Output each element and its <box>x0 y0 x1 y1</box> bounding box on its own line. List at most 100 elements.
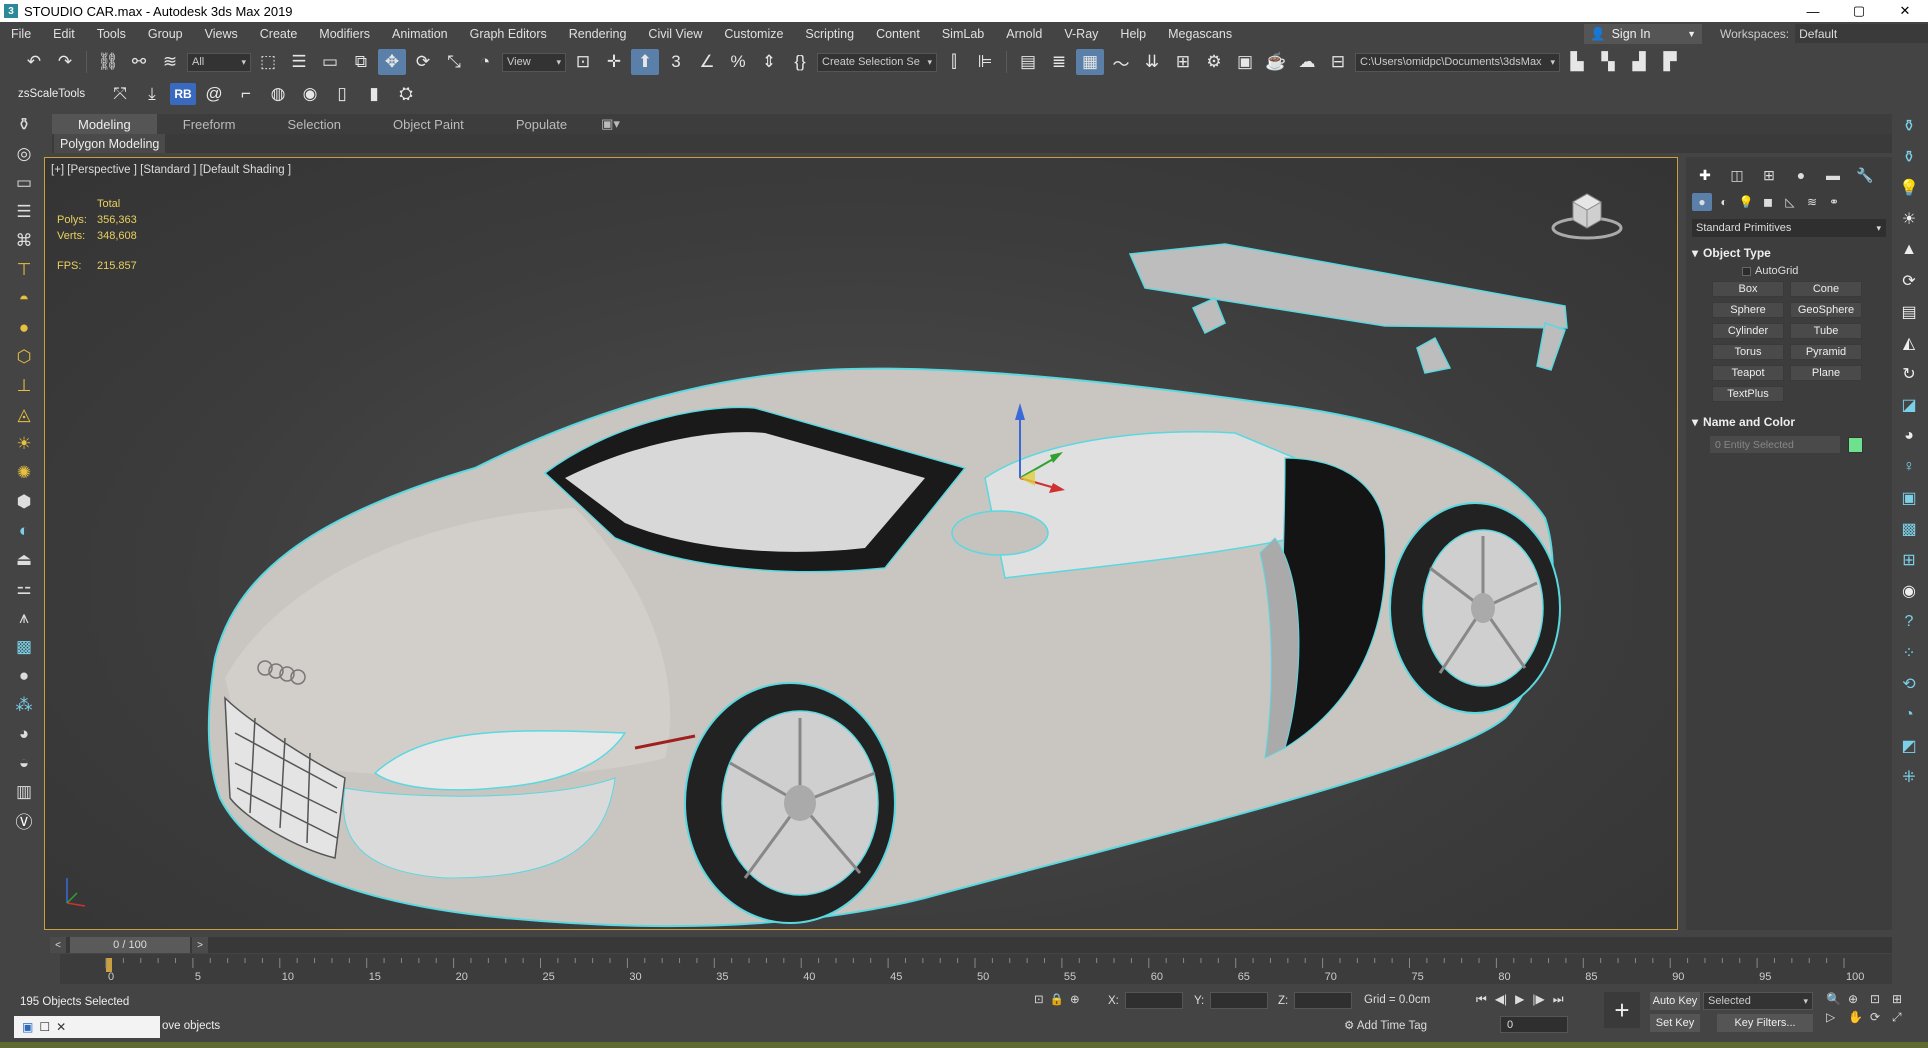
material-balls-icon[interactable]: ⁂ <box>8 690 40 719</box>
menu-modifiers[interactable]: Modifiers <box>308 27 381 41</box>
bulb-outline-icon[interactable]: ♀ <box>1896 451 1922 482</box>
selection-filter-dropdown[interactable]: All <box>187 52 251 72</box>
track-bar[interactable]: 0 5 10 15 20 25 30 35 40 45 50 55 60 65 70 75 80 85 90 95 10… <box>60 954 1892 984</box>
menu-views[interactable]: Views <box>194 27 249 41</box>
proxy-icon[interactable]: ⬢ <box>8 487 40 516</box>
spiral-tool-icon[interactable]: @ <box>200 81 228 107</box>
cameras-icon[interactable]: ◼ <box>1758 193 1778 211</box>
x-field[interactable] <box>1124 992 1183 1009</box>
menu-edit[interactable]: Edit <box>42 27 86 41</box>
rendered-frame-window-icon[interactable]: ▣ <box>1231 49 1259 75</box>
ribbon-toggle-icon[interactable]: ▦ <box>1076 49 1104 75</box>
y-field[interactable] <box>1210 992 1269 1009</box>
sun-icon[interactable]: ☀ <box>1896 203 1922 234</box>
fur-icon[interactable]: ⩚ <box>8 603 40 632</box>
sync-icon[interactable]: ↻ <box>1896 358 1922 389</box>
create-tab-icon[interactable]: ✚ <box>1692 165 1718 185</box>
ambient-light-icon[interactable]: ✺ <box>8 458 40 487</box>
isolate-icon[interactable]: ⊡ <box>1034 992 1044 1006</box>
menu-content[interactable]: Content <box>865 27 931 41</box>
tube-button[interactable]: Tube <box>1790 323 1862 339</box>
clipper-icon[interactable]: ⏏ <box>8 545 40 574</box>
sphere-button[interactable]: Sphere <box>1712 302 1784 318</box>
light-icon[interactable]: ⊤ <box>8 255 40 284</box>
geometry-icon[interactable]: ● <box>1692 193 1712 211</box>
menu-vray[interactable]: V-Ray <box>1053 27 1109 41</box>
ribbon-options-icon[interactable]: ▣▾ <box>593 114 628 134</box>
motion-tab-icon[interactable]: ● <box>1788 165 1814 185</box>
schematic-view-icon[interactable]: ⇊ <box>1138 49 1166 75</box>
list-icon[interactable]: ☰ <box>8 197 40 226</box>
menu-megascans[interactable]: Megascans <box>1157 27 1243 41</box>
menu-scripting[interactable]: Scripting <box>794 27 865 41</box>
key-mode-dropdown[interactable]: Selected <box>1703 992 1813 1010</box>
textplus-button[interactable]: TextPlus <box>1712 386 1784 402</box>
menu-group[interactable]: Group <box>137 27 194 41</box>
tab-selection[interactable]: Selection <box>262 114 367 134</box>
key-filters-button[interactable]: Key Filters... <box>1717 1014 1813 1032</box>
placement-icon[interactable]: ◔ <box>471 49 499 75</box>
dome-light-icon[interactable]: ◓ <box>8 284 40 313</box>
car-model[interactable] <box>45 158 1677 929</box>
auto-key-button[interactable]: Auto Key <box>1650 992 1700 1010</box>
go-to-start-icon[interactable]: ⏮ <box>1476 992 1487 1007</box>
lens-effects-icon[interactable]: ▩ <box>1896 513 1922 544</box>
frame-buffer-icon[interactable]: ▣ <box>1896 482 1922 513</box>
menu-tools[interactable]: Tools <box>86 27 137 41</box>
go-to-end-icon[interactable]: ⏭ <box>1553 992 1564 1007</box>
maxscript-listener[interactable]: ▣ ☐ ✕ <box>14 1016 160 1038</box>
next-frame-button[interactable]: > <box>192 937 208 953</box>
scene-explorer-icon[interactable]: ▤ <box>1014 49 1042 75</box>
listener-icon[interactable]: ▣ <box>22 1020 33 1034</box>
object-name-field[interactable]: 0 Entity Selected <box>1710 436 1840 453</box>
modify-tab-icon[interactable]: ◫ <box>1724 165 1750 185</box>
menu-animation[interactable]: Animation <box>381 27 459 41</box>
tab-freeform[interactable]: Freeform <box>157 114 262 134</box>
palette-icon[interactable]: ◕ <box>8 719 40 748</box>
paint-icon[interactable]: ◕ <box>1896 420 1922 451</box>
hierarchy-icon[interactable]: ⚍ <box>8 574 40 603</box>
zoom-all-icon[interactable]: ⊕ <box>1848 992 1870 1006</box>
menu-help[interactable]: Help <box>1109 27 1157 41</box>
menu-graph-editors[interactable]: Graph Editors <box>459 27 558 41</box>
pivot-center-icon[interactable]: ⊡ <box>569 49 597 75</box>
select-object-icon[interactable]: ⬚ <box>254 49 282 75</box>
keyboard-shortcut-override-icon[interactable]: ⬆ <box>631 49 659 75</box>
move-icon[interactable]: ✥ <box>378 49 406 75</box>
refresh-icon[interactable]: ⟳ <box>1896 265 1922 296</box>
torus-icon[interactable]: ◎ <box>8 139 40 168</box>
teapot-icon[interactable]: ⚱ <box>8 110 40 139</box>
help-icon[interactable]: ? <box>1896 606 1922 637</box>
display-tab-icon[interactable]: ▬ <box>1820 165 1846 185</box>
rb-button[interactable]: RB <box>170 83 196 105</box>
box-icon[interactable]: ▭ <box>8 168 40 197</box>
project-folder-icon[interactable]: ▙ <box>1563 49 1591 75</box>
menu-civil-view[interactable]: Civil View <box>637 27 713 41</box>
mirror-icon[interactable]: ⫿ <box>940 49 968 75</box>
edit-named-selection-icon[interactable]: {} <box>786 49 814 75</box>
sign-in-dropdown[interactable]: 👤 Sign In ▼ <box>1584 24 1702 44</box>
window-icon[interactable]: ☐ <box>39 1020 50 1034</box>
render-teapot-icon[interactable]: ⚱ <box>1896 110 1922 141</box>
lights-icon[interactable]: 💡 <box>1736 193 1756 211</box>
zoom-icon[interactable]: 🔍 <box>1826 992 1848 1006</box>
torus-button[interactable]: Torus <box>1712 344 1784 360</box>
tag-icon[interactable]: ◪ <box>1896 389 1922 420</box>
curve-editor-icon[interactable]: 〜 <box>1107 49 1135 75</box>
add-time-tag[interactable]: ⚙ Add Time Tag <box>1344 1018 1427 1032</box>
rotate-view-icon[interactable]: ⟲ <box>1896 668 1922 699</box>
pan-icon[interactable]: ✋ <box>1848 1010 1870 1025</box>
zoom-extents-all-icon[interactable]: ⊞ <box>1892 992 1914 1006</box>
scale-tool-icon[interactable]: ⤧ <box>106 81 134 107</box>
scale-icon[interactable]: ⤡ <box>440 49 468 75</box>
eye-icon[interactable]: ◉ <box>1896 575 1922 606</box>
helpers-icon[interactable]: ◺ <box>1780 193 1800 211</box>
shapes-icon[interactable]: ◐ <box>1714 193 1734 211</box>
isolate-lock-icons[interactable]: ⊡ 🔒 ⊕ <box>1034 992 1080 1006</box>
polygon-modeling-panel[interactable]: Polygon Modeling <box>54 134 166 153</box>
hierarchy-tab-icon[interactable]: ⊞ <box>1756 165 1782 185</box>
field-of-view-icon[interactable]: ▷ <box>1826 1010 1848 1025</box>
camera-icon[interactable]: ⌘ <box>8 226 40 255</box>
create-project-icon[interactable]: ▛ <box>1656 49 1684 75</box>
close-button[interactable]: ✕ <box>1882 0 1928 22</box>
